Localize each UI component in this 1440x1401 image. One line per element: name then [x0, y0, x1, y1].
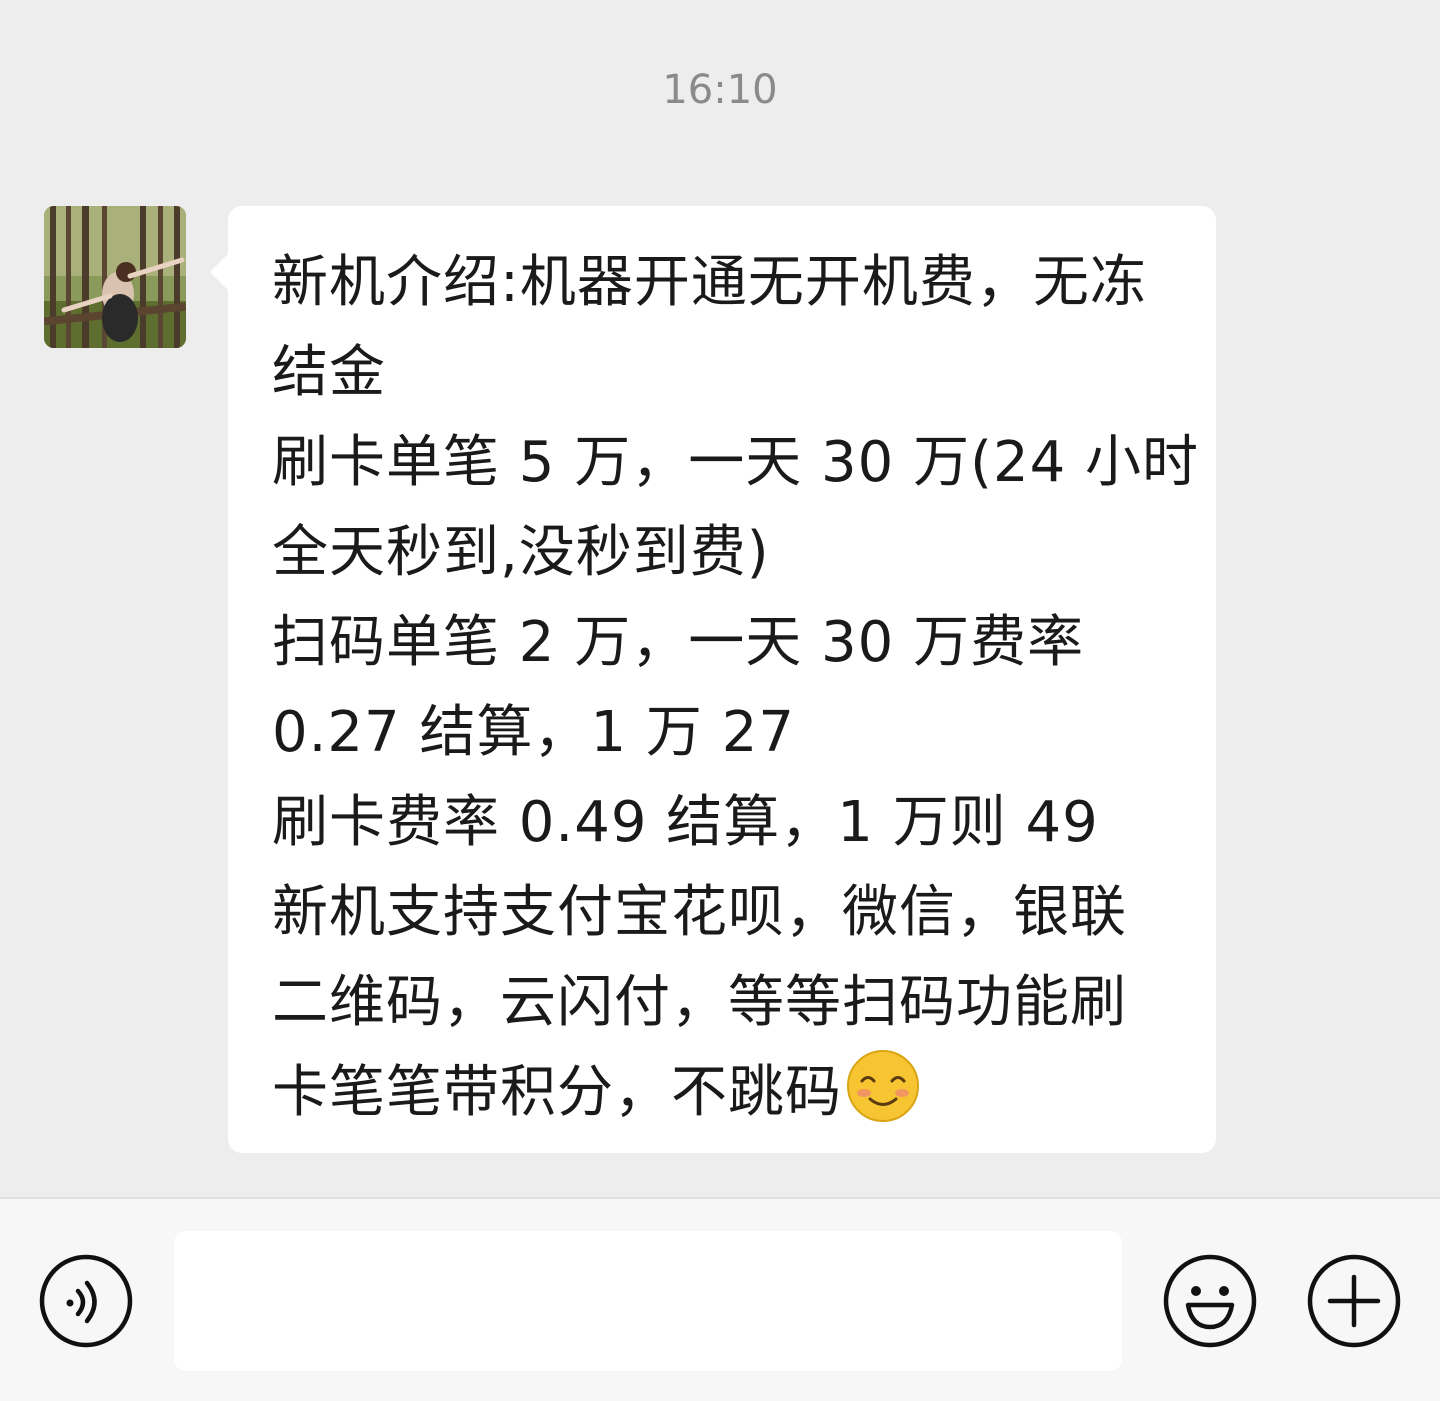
voice-button[interactable]	[38, 1253, 134, 1349]
input-bar	[0, 1197, 1440, 1401]
emoji-button[interactable]	[1162, 1253, 1258, 1349]
message-line: 新机介绍:机器开通无开机费，无冻	[272, 250, 1147, 315]
message-line: 0.27 结算，1 万 27	[272, 700, 795, 765]
message-line-last: 卡笔笔带积分，不跳码	[272, 1048, 1184, 1138]
voice-icon	[39, 1254, 133, 1348]
chat-area: 16:10 新机介绍:机器开通无开机费，无冻 结金 刷卡单笔 5 万，一天 30…	[0, 0, 1440, 1197]
smiling-blush-emoji-icon	[847, 1050, 919, 1122]
message-line: 全天秒到,没秒到费)	[272, 520, 770, 585]
message-line: 扫码单笔 2 万，一天 30 万费率	[272, 610, 1085, 675]
bubble-tail	[210, 253, 229, 291]
message-line: 刷卡单笔 5 万，一天 30 万(24 小时	[272, 430, 1199, 495]
message-line: 二维码，云闪付，等等扫码功能刷	[272, 970, 1127, 1035]
message-line: 结金	[272, 340, 386, 405]
message-line: 新机支持支付宝花呗，微信，银联	[272, 880, 1127, 945]
message-line: 刷卡费率 0.49 结算，1 万则 49	[272, 790, 1099, 855]
plus-icon	[1307, 1254, 1401, 1348]
avatar-photo	[44, 206, 186, 348]
message-timestamp: 16:10	[662, 67, 778, 113]
sender-avatar[interactable]	[44, 206, 186, 348]
smiley-icon	[1163, 1254, 1257, 1348]
message-text[interactable]: 新机介绍:机器开通无开机费，无冻 结金 刷卡单笔 5 万，一天 30 万(24 …	[272, 238, 1199, 1138]
message-input[interactable]	[174, 1231, 1122, 1371]
more-button[interactable]	[1306, 1253, 1402, 1349]
message-line-text: 卡笔笔带积分，不跳码	[272, 1060, 842, 1125]
